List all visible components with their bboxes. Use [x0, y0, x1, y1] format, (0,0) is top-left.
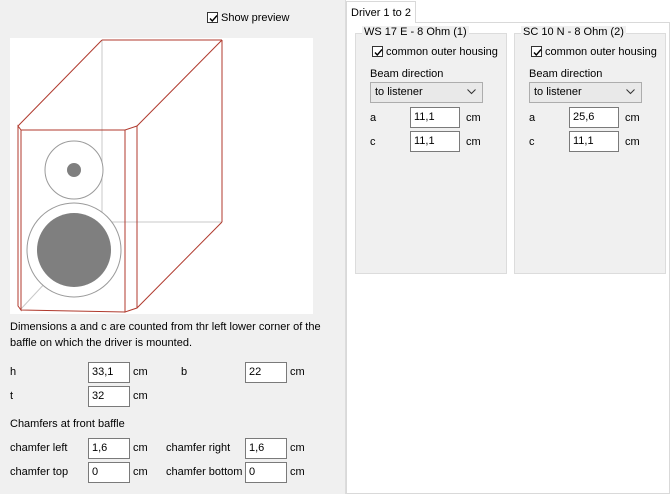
chamfer-bottom-input[interactable]: 0 — [245, 462, 287, 483]
h-unit: cm — [133, 366, 148, 378]
checkmark-icon — [209, 15, 218, 23]
driver-group-2: SC 10 N - 8 Ohm (2) common outer housing… — [514, 26, 666, 274]
driver-1-a-label: a — [370, 112, 377, 124]
t-label: t — [10, 390, 14, 402]
chamfer-left-unit: cm — [133, 442, 148, 454]
chamfer-bottom-label: chamfer bottom — [166, 466, 243, 478]
driver-2-housing-label: common outer housing — [545, 46, 657, 58]
b-input[interactable]: 22 — [245, 362, 287, 383]
driver-1-c-unit: cm — [466, 136, 481, 148]
chamfer-left-input[interactable]: 1,6 — [88, 438, 130, 459]
driver-2-a-unit: cm — [625, 112, 640, 124]
chamfer-right-input[interactable]: 1,6 — [245, 438, 287, 459]
h-input[interactable]: 33,1 — [88, 362, 130, 383]
note-line-1: Dimensions a and c are counted from thr … — [10, 321, 321, 333]
chevron-down-icon — [467, 89, 476, 95]
tweeter — [44, 140, 104, 200]
driver-1-title: WS 17 E - 8 Ohm (1) — [362, 26, 469, 38]
chamfer-top-unit: cm — [133, 466, 148, 478]
driver-1-c-input[interactable]: 11,1 — [410, 131, 460, 152]
driver-1-beam-select[interactable]: to listener — [370, 82, 483, 103]
driver-1-housing-checkbox[interactable] — [372, 46, 383, 57]
driver-1-housing-label: common outer housing — [386, 46, 498, 58]
driver-1-c-label: c — [370, 136, 376, 148]
t-unit: cm — [133, 390, 148, 402]
chamfer-bottom-unit: cm — [290, 466, 305, 478]
woofer — [26, 202, 122, 298]
driver-2-a-input[interactable]: 25,6 — [569, 107, 619, 128]
driver-1-beam-value: to listener — [375, 86, 423, 98]
show-preview-checkbox[interactable] — [207, 12, 218, 23]
chamfer-right-unit: cm — [290, 442, 305, 454]
b-label: b — [181, 366, 188, 378]
speaker-box-drawing — [17, 39, 223, 313]
driver-2-housing-checkbox[interactable] — [531, 46, 542, 57]
driver-2-c-input[interactable]: 11,1 — [569, 131, 619, 152]
b-unit: cm — [290, 366, 305, 378]
show-preview-label: Show preview — [221, 12, 290, 24]
speaker-box-preview — [10, 38, 313, 314]
driver-1-a-unit: cm — [466, 112, 481, 124]
driver-2-beam-select[interactable]: to listener — [529, 82, 642, 103]
tab-label: Driver 1 to 2 — [351, 6, 411, 19]
chamfer-top-input[interactable]: 0 — [88, 462, 130, 483]
driver-1-a-input[interactable]: 11,1 — [410, 107, 460, 128]
driver-2-beam-label: Beam direction — [529, 68, 603, 80]
driver-1-beam-label: Beam direction — [370, 68, 444, 80]
chamfer-top-label: chamfer top — [10, 466, 69, 478]
checkmark-icon — [533, 49, 542, 57]
chamfer-right-label: chamfer right — [166, 442, 231, 454]
driver-2-c-label: c — [529, 136, 535, 148]
chevron-down-icon — [626, 89, 635, 95]
driver-2-c-unit: cm — [625, 136, 640, 148]
h-label: h — [10, 366, 17, 378]
tab-driver-1-to-2[interactable]: Driver 1 to 2 — [346, 1, 416, 23]
driver-2-title: SC 10 N - 8 Ohm (2) — [521, 26, 626, 38]
checkmark-icon — [374, 49, 383, 57]
chamfers-title: Chamfers at front baffle — [10, 418, 125, 430]
note-line-2: baffle on which the driver is mounted. — [10, 337, 193, 349]
driver-2-a-label: a — [529, 112, 536, 124]
driver-group-1: WS 17 E - 8 Ohm (1) common outer housing… — [355, 26, 507, 274]
t-input[interactable]: 32 — [88, 386, 130, 407]
chamfer-left-label: chamfer left — [10, 442, 68, 454]
driver-2-beam-value: to listener — [534, 86, 582, 98]
